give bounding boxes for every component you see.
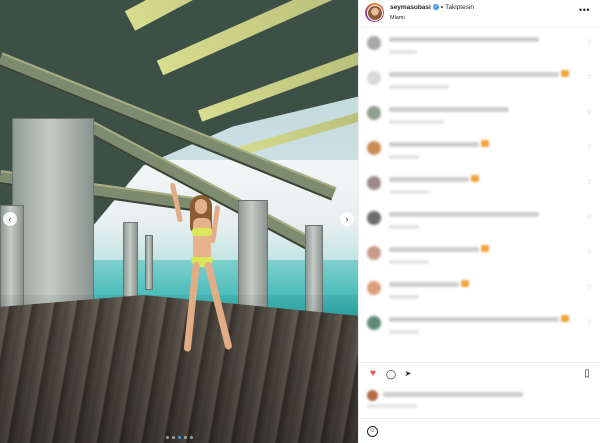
comment-row: ♡ [359,205,600,239]
location-link[interactable]: Miami [390,15,405,21]
carousel-dot [165,436,169,439]
comment-row: ♡ [359,240,600,274]
post-header: seymasubasi ✓ • Takiptesin Miami ••• [359,0,600,28]
comment-avatar[interactable] [367,316,381,330]
likes-summary [359,384,600,410]
heart-icon[interactable]: ♥ [367,368,379,380]
comment-avatar[interactable] [367,36,381,50]
comment-emoji [481,245,489,252]
photo-pillar [145,235,153,290]
comment-meta[interactable] [389,120,444,124]
comment-emoji [561,70,569,77]
carousel-dot [171,436,175,439]
action-bar: ♥ ◯ ➤ ▯ [359,362,600,384]
comment-like-heart-icon[interactable]: ♡ [587,179,592,186]
separator-dot: • [440,4,444,11]
comment-text [389,177,469,182]
comment-emoji [481,140,489,147]
prev-slide-arrow-icon[interactable]: ‹ [3,212,17,226]
comment-like-heart-icon[interactable]: ♡ [587,319,592,326]
comment-like-heart-icon[interactable]: ♡ [587,284,592,291]
liker-avatar [367,390,378,401]
carousel-dot [177,436,181,439]
add-comment-bar: ☺ [359,418,600,443]
comment-meta[interactable] [389,50,417,54]
post-photo[interactable]: ‹ › [0,0,358,443]
comment-text [389,212,539,217]
comment-row: ♡ [359,100,600,134]
comment-meta[interactable] [389,260,429,264]
username-link[interactable]: seymasubasi [390,4,431,11]
bookmark-icon[interactable]: ▯ [581,368,593,380]
avatar[interactable] [365,3,384,22]
comment-text [389,317,559,322]
comment-avatar[interactable] [367,106,381,120]
emoji-picker-icon[interactable]: ☺ [367,426,378,437]
comment-meta[interactable] [389,295,419,299]
comment-text [389,247,479,252]
verified-badge-icon: ✓ [432,4,439,11]
comment-row: ♡ [359,30,600,64]
comment-text [389,107,509,112]
comment-meta[interactable] [389,85,449,89]
photo-pillar [123,222,138,298]
comment-text [389,72,559,77]
comment-meta[interactable] [389,225,419,229]
comment-like-heart-icon[interactable]: ♡ [587,39,592,46]
comment-row: ♡ [359,170,600,204]
comment-avatar[interactable] [367,281,381,295]
comment-row: ♡ [359,65,600,99]
comment-avatar[interactable] [367,211,381,225]
comment-icon[interactable]: ◯ [385,368,397,380]
comment-text [389,282,459,287]
comment-emoji [461,280,469,287]
comment-like-heart-icon[interactable]: ♡ [587,109,592,116]
photo-deck-shade [0,295,358,443]
comment-avatar[interactable] [367,71,381,85]
post-sidebar: seymasubasi ✓ • Takiptesin Miami ••• ♡ ♡ ♡ ♡ ♡ ♡… [358,0,600,443]
comment-row: ♡ [359,275,600,309]
comment-emoji [561,315,569,322]
post-date [367,404,417,408]
comment-like-heart-icon[interactable]: ♡ [587,74,592,81]
next-slide-arrow-icon[interactable]: › [340,212,354,226]
following-status[interactable]: Takiptesin [445,4,474,11]
share-icon[interactable]: ➤ [402,368,414,380]
comment-input[interactable] [383,425,543,437]
comment-text [389,37,539,42]
carousel-dot [189,436,193,439]
comment-row: ♡ [359,310,600,344]
comment-avatar[interactable] [367,141,381,155]
comment-meta[interactable] [389,155,419,159]
comment-like-heart-icon[interactable]: ♡ [587,214,592,221]
comment-row: ♡ [359,135,600,169]
comment-text [389,142,479,147]
comments-list: ♡ ♡ ♡ ♡ ♡ ♡ ♡ ♡ ♡ [359,28,600,360]
more-options-icon[interactable]: ••• [579,5,590,15]
username-line: seymasubasi ✓ • Takiptesin [390,4,474,11]
comment-meta[interactable] [389,330,419,334]
carousel-dots [0,436,358,439]
comment-like-heart-icon[interactable]: ♡ [587,144,592,151]
comment-avatar[interactable] [367,176,381,190]
comment-like-heart-icon[interactable]: ♡ [587,249,592,256]
likes-text[interactable] [383,392,523,397]
avatar-image [367,5,382,20]
comment-meta[interactable] [389,190,429,194]
carousel-dot [183,436,187,439]
comment-avatar[interactable] [367,246,381,260]
comment-emoji [471,175,479,182]
